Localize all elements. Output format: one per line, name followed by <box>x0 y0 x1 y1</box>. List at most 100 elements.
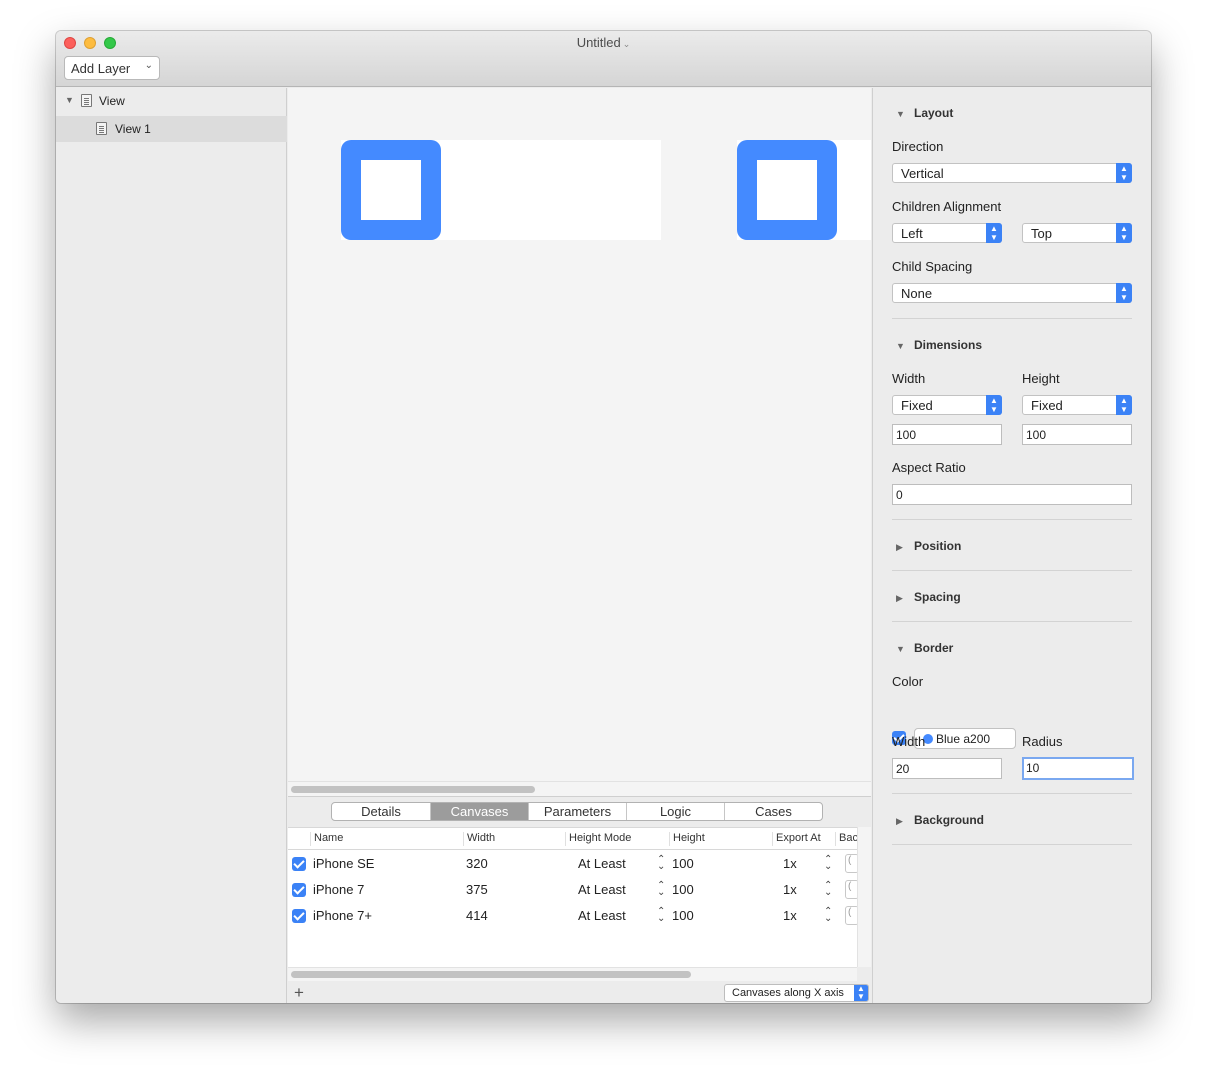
column-header-height-mode[interactable]: Height Mode <box>565 832 631 846</box>
border-width-field[interactable]: 20 <box>892 758 1002 779</box>
width-field[interactable]: 100 <box>892 424 1002 445</box>
height-mode-stepper-icon[interactable]: ⌃ ⌄ <box>657 907 665 924</box>
horizontal-alignment-select[interactable]: Left ▲ ▼ <box>892 223 1002 243</box>
tab-logic[interactable]: Logic <box>626 803 724 820</box>
height-label: Height <box>1022 371 1060 386</box>
canvas-height-cell[interactable]: 100 <box>672 908 694 923</box>
canvas-layout-select[interactable]: Canvases along X axis ▲ ▼ <box>724 984 869 1002</box>
disclosure-triangle-icon[interactable]: ▶ <box>896 542 905 553</box>
section-divider <box>892 621 1132 622</box>
disclosure-triangle-icon[interactable]: ▼ <box>65 95 74 105</box>
height-mode-stepper-icon[interactable]: ⌃ ⌄ <box>657 855 665 872</box>
canvas-name-cell[interactable]: iPhone 7 <box>313 882 364 897</box>
scrollbar-thumb[interactable] <box>291 971 691 978</box>
canvas-height-cell[interactable]: 100 <box>672 856 694 871</box>
height-mode-select[interactable]: Fixed ▲ ▼ <box>1022 395 1132 415</box>
table-row[interactable]: iPhone 7+ 414 At Least ⌃ ⌄ 100 1x ⌃ ⌄ ( <box>288 903 859 929</box>
canvas-enabled-checkbox[interactable] <box>292 909 306 923</box>
layer-row-view[interactable]: ▼ View <box>56 88 287 114</box>
column-header-background[interactable]: Bac <box>835 832 858 846</box>
export-at-stepper-icon[interactable]: ⌃ ⌄ <box>824 855 832 872</box>
section-position-header[interactable]: ▶ Position <box>896 539 961 553</box>
section-background-header[interactable]: ▶ Background <box>896 813 984 827</box>
border-color-value: Blue a200 <box>936 732 991 746</box>
height-field[interactable]: 100 <box>1022 424 1132 445</box>
select-arrows-icon: ▲ ▼ <box>986 223 1002 243</box>
border-color-label: Color <box>892 674 924 689</box>
height-mode-stepper-icon[interactable]: ⌃ ⌄ <box>657 881 665 898</box>
height-mode-cell[interactable]: At Least <box>578 882 626 897</box>
export-at-stepper-icon[interactable]: ⌃ ⌄ <box>824 907 832 924</box>
canvas-width-cell[interactable]: 414 <box>466 908 488 923</box>
canvas-name-cell[interactable]: iPhone 7+ <box>313 908 372 923</box>
section-divider <box>892 844 1132 845</box>
border-radius-field[interactable]: 10 <box>1022 757 1134 780</box>
canvas-height-cell[interactable]: 100 <box>672 882 694 897</box>
horizontal-alignment-value: Left <box>901 226 923 241</box>
disclosure-triangle-icon[interactable]: ▼ <box>896 644 905 654</box>
layer-label: View <box>99 94 125 108</box>
width-label: Width <box>892 371 926 386</box>
chevron-down-icon: ⌄ <box>144 60 153 71</box>
height-mode-cell[interactable]: At Least <box>578 856 626 871</box>
child-spacing-select[interactable]: None ▲ ▼ <box>892 283 1132 303</box>
view-1-preview[interactable] <box>737 140 837 240</box>
canvas-enabled-checkbox[interactable] <box>292 883 306 897</box>
table-horizontal-scrollbar[interactable] <box>288 967 857 981</box>
disclosure-triangle-icon[interactable]: ▼ <box>896 341 905 351</box>
border-color-picker[interactable]: Blue a200 <box>914 728 1016 749</box>
section-layout-header[interactable]: ▼ Layout <box>896 106 953 120</box>
canvas-enabled-checkbox[interactable] <box>292 857 306 871</box>
section-spacing-header[interactable]: ▶ Spacing <box>896 590 961 604</box>
view-1-preview[interactable] <box>341 140 441 240</box>
height-mode-cell[interactable]: At Least <box>578 908 626 923</box>
section-title: Spacing <box>914 590 961 604</box>
width-mode-select[interactable]: Fixed ▲ ▼ <box>892 395 1002 415</box>
tab-details[interactable]: Details <box>332 803 430 820</box>
export-at-cell[interactable]: 1x <box>783 882 797 897</box>
vertical-alignment-select[interactable]: Top ▲ ▼ <box>1022 223 1132 243</box>
tab-cases[interactable]: Cases <box>724 803 822 820</box>
disclosure-triangle-icon[interactable]: ▶ <box>896 816 905 827</box>
canvas-name-cell[interactable]: iPhone SE <box>313 856 374 871</box>
canvases-table: Name Width Height Mode Height Export At … <box>288 827 859 967</box>
aspect-ratio-field[interactable]: 0 <box>892 484 1132 505</box>
add-layer-button[interactable]: Add Layer ⌄ <box>64 56 160 80</box>
layer-view-icon <box>81 94 92 107</box>
scrollbar-thumb[interactable] <box>291 786 535 793</box>
layer-row-view-1[interactable]: View 1 <box>56 116 287 142</box>
width-mode-value: Fixed <box>901 398 933 413</box>
disclosure-triangle-icon[interactable]: ▶ <box>896 593 905 604</box>
export-at-stepper-icon[interactable]: ⌃ ⌄ <box>824 881 832 898</box>
column-header-width[interactable]: Width <box>463 832 495 846</box>
section-divider <box>892 318 1132 319</box>
disclosure-triangle-icon[interactable]: ▼ <box>896 109 905 119</box>
direction-select[interactable]: Vertical ▲ ▼ <box>892 163 1132 183</box>
section-divider <box>892 793 1132 794</box>
add-canvas-button[interactable]: + <box>294 983 304 1003</box>
canvas-area[interactable] <box>288 88 871 781</box>
section-dimensions-header[interactable]: ▼ Dimensions <box>896 338 982 352</box>
children-alignment-label: Children Alignment <box>892 199 1002 214</box>
panel-tabs: Details Canvases Parameters Logic Cases <box>331 802 823 821</box>
column-header-name[interactable]: Name <box>310 832 343 846</box>
tab-parameters[interactable]: Parameters <box>528 803 626 820</box>
tab-canvases[interactable]: Canvases <box>430 803 528 820</box>
layer-label: View 1 <box>115 122 151 136</box>
direction-select-value: Vertical <box>901 166 944 181</box>
canvas-horizontal-scrollbar[interactable] <box>288 781 871 796</box>
select-arrows-icon: ▲ ▼ <box>1116 163 1132 183</box>
table-row[interactable]: iPhone 7 375 At Least ⌃ ⌄ 100 1x ⌃ ⌄ ( <box>288 877 859 903</box>
add-layer-label: Add Layer <box>71 61 131 76</box>
section-title: Layout <box>914 106 954 120</box>
column-header-height[interactable]: Height <box>669 832 705 846</box>
section-border-header[interactable]: ▼ Border <box>896 641 953 655</box>
canvas-width-cell[interactable]: 320 <box>466 856 488 871</box>
column-header-export-at[interactable]: Export At <box>772 832 821 846</box>
export-at-cell[interactable]: 1x <box>783 908 797 923</box>
export-at-cell[interactable]: 1x <box>783 856 797 871</box>
canvas-width-cell[interactable]: 375 <box>466 882 488 897</box>
table-vertical-scrollbar[interactable] <box>857 827 871 967</box>
window-title[interactable]: Untitled ⌄ <box>56 35 1151 50</box>
table-row[interactable]: iPhone SE 320 At Least ⌃ ⌄ 100 1x ⌃ ⌄ ( <box>288 851 859 877</box>
